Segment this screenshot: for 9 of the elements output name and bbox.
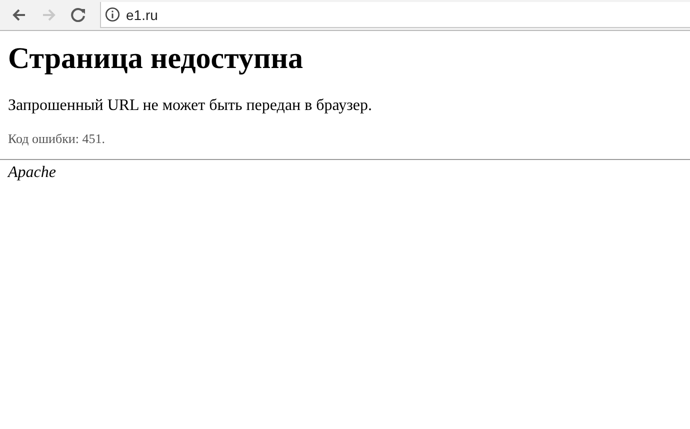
info-icon — [105, 7, 120, 22]
server-signature: Apache — [8, 164, 57, 182]
address-field[interactable]: e1.ru — [100, 2, 690, 28]
arrow-icon — [41, 8, 57, 22]
error-code: Код ошибки: 451. — [8, 131, 106, 147]
reload-icon — [71, 8, 87, 22]
page-title: Страница недоступна — [8, 41, 304, 77]
arrow-icon — [11, 8, 27, 22]
error-message: Запрошенный URL не может быть передан в браузер. — [8, 97, 374, 115]
